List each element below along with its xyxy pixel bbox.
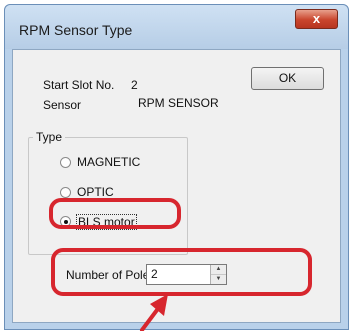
title-bar[interactable]: RPM Sensor Type x	[5, 5, 348, 49]
start-slot-value: 2	[131, 78, 138, 92]
number-of-pole-highlight	[51, 248, 312, 296]
radio-button-icon[interactable]	[60, 187, 71, 198]
close-icon: x	[312, 11, 321, 26]
radio-optic-label[interactable]: OPTIC	[77, 185, 114, 199]
dialog-title: RPM Sensor Type	[19, 22, 133, 38]
type-group-title: Type	[33, 130, 66, 144]
radio-button-icon[interactable]	[60, 157, 71, 168]
sensor-value: RPM SENSOR	[138, 96, 219, 110]
close-button[interactable]: x	[295, 9, 338, 29]
ok-button-label: OK	[278, 71, 297, 85]
ok-button[interactable]: OK	[251, 67, 324, 90]
bls-motor-highlight	[49, 198, 181, 229]
radio-magnetic-label[interactable]: MAGNETIC	[77, 155, 140, 169]
sensor-label: Sensor	[43, 98, 82, 112]
start-slot-label: Start Slot No.	[43, 78, 115, 92]
annotation-arrow-icon	[140, 294, 168, 331]
